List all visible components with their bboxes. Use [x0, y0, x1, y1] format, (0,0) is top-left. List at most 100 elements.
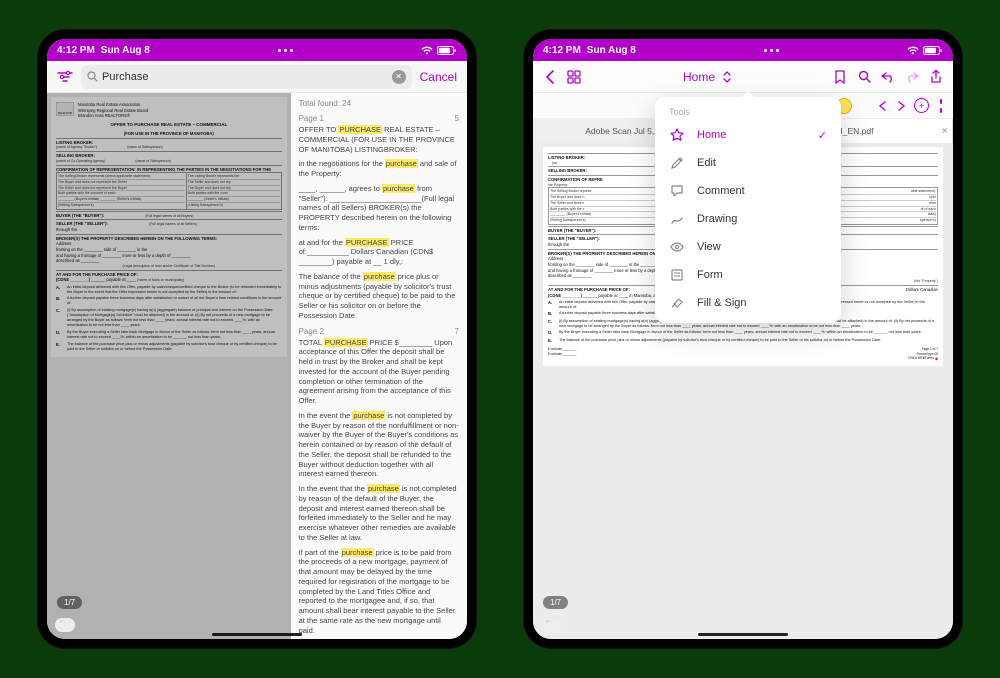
multitask-dots[interactable] — [764, 49, 779, 52]
selling-broker-label: SELLING BROKER: — [56, 153, 95, 158]
status-date: Sun Aug 8 — [587, 45, 636, 56]
search-value: Purchase — [102, 71, 388, 83]
home-indicator[interactable] — [212, 633, 302, 636]
results-page-count: 7 — [455, 327, 459, 336]
tools-item-label: Edit — [697, 157, 716, 169]
legal-hint: (Legal description of land and/or Certif… — [56, 264, 282, 269]
tools-item-view[interactable]: View — [655, 233, 841, 261]
footer-brand: CREA WEBForms — [908, 356, 934, 360]
search-result-item[interactable]: In the event the purchase is not complet… — [299, 411, 459, 479]
drawing-icon — [669, 212, 685, 226]
hint: (name of bank or municipality) — [137, 278, 184, 282]
search-result-item[interactable]: In the event that the purchase is not co… — [299, 484, 459, 543]
ipad-right: 4:12 PM Sun Aug 8 Home — [523, 29, 963, 649]
results-page-count: 5 — [455, 114, 459, 123]
toolbar-title[interactable]: Home — [683, 70, 715, 84]
share-icon[interactable] — [927, 68, 945, 86]
cdn-label: (CDN$ ________) — [548, 293, 582, 298]
status-bar: 4:12 PM Sun Aug 8 — [533, 39, 953, 61]
tools-item-label: Comment — [697, 185, 745, 197]
tools-item-home[interactable]: Home✓ — [655, 121, 841, 149]
status-time: 4:12 PM — [57, 45, 95, 56]
clear-search-icon[interactable]: ✕ — [392, 70, 406, 84]
hint: (Full legal names of all Buyers) — [145, 214, 193, 218]
rep-row: (Selling Salesperson's) — [58, 202, 185, 208]
tools-item-comment[interactable]: Comment — [655, 177, 841, 205]
rep-row: (Listing Salesperson's) — [188, 202, 280, 208]
search-icon — [87, 71, 98, 82]
popover-header: Tools — [655, 103, 841, 121]
payable-label: payable at ____ — [106, 277, 136, 282]
undo-button[interactable]: ⃔ — [55, 618, 75, 632]
tools-item-label: Home — [697, 129, 726, 141]
close-tab-icon[interactable]: ✕ — [941, 127, 948, 136]
thumbnails-icon[interactable] — [565, 68, 583, 86]
results-total: Total found: 24 — [299, 99, 459, 108]
hint: (name of Co-Operating Agency) — [56, 159, 105, 164]
search-icon[interactable] — [855, 68, 873, 86]
search-result-item[interactable]: TOTAL PURCHASE PRICE $________ Upon acce… — [299, 338, 459, 406]
hint: (Full legal names of all Sellers) — [149, 222, 197, 226]
price-item: E.The balance of the purchase price plus… — [56, 342, 282, 352]
selling-broker-label: SELLING BROKER: — [548, 168, 587, 173]
screen-left: 4:12 PM Sun Aug 8 Purchase — [47, 39, 467, 639]
star-icon — [669, 128, 685, 142]
fillsign-icon — [669, 296, 685, 310]
results-page-label: Page 2 — [299, 327, 324, 336]
tools-item-drawing[interactable]: Drawing — [655, 205, 841, 233]
buyer-label: BUYER (the "Buyer"): — [56, 213, 104, 218]
cancel-button[interactable]: Cancel — [418, 70, 459, 84]
multitask-dots[interactable] — [278, 49, 293, 52]
search-result-item[interactable]: If part of the purchase price is to be p… — [299, 548, 459, 636]
search-result-item[interactable]: at and for the PURCHASE PRICE of:_______… — [299, 238, 459, 267]
hint: (name of Agency "Broker") — [56, 145, 97, 150]
main-toolbar: Home — [533, 61, 953, 93]
view-icon — [669, 240, 685, 254]
search-result-item[interactable]: ____, ______, agrees to purchase from "S… — [299, 184, 459, 233]
add-icon[interactable]: + — [914, 98, 929, 113]
hint: (name of Salesperson) — [135, 159, 170, 164]
tools-item-fill-sign[interactable]: Fill & Sign — [655, 289, 841, 317]
tools-item-label: Drawing — [697, 213, 737, 225]
status-bar: 4:12 PM Sun Aug 8 — [47, 39, 467, 61]
price-item: D.By the Buyer executing a Seller take b… — [56, 330, 282, 340]
more-icon[interactable] — [937, 99, 945, 113]
price-item: B.A further deposit payable three busine… — [56, 296, 282, 306]
doc-title: OFFER TO PURCHASE REAL ESTATE – COMMERCI… — [56, 122, 282, 128]
listing-broker-label: LISTING BROKER: — [56, 140, 93, 145]
undo-button[interactable]: ⃔ — [541, 618, 561, 632]
rep-row: (Selling Salesperson's) — [550, 217, 663, 223]
page-indicator: 1/7 — [543, 596, 568, 609]
seller-label: SELLER (the "Seller"): — [56, 221, 108, 226]
price-label: at and for the PURCHASE PRICE of: — [56, 272, 138, 277]
back-icon[interactable] — [541, 68, 559, 86]
home-indicator[interactable] — [698, 633, 788, 636]
wifi-icon — [907, 46, 919, 55]
price-item: E.The balance of the purchase price plus… — [548, 338, 938, 344]
search-result-item[interactable]: OFFER TO PURCHASE REAL ESTATE – COMMERCI… — [299, 125, 459, 154]
ipad-left: 4:12 PM Sun Aug 8 Purchase — [37, 29, 477, 649]
search-result-item[interactable]: in the negotiations for the purchase and… — [299, 159, 459, 179]
seller-label: SELLER (the "Seller"): — [548, 236, 600, 241]
buyer-label: BUYER (the "Buyer"): — [548, 228, 596, 233]
search-bar: Purchase ✕ Cancel — [47, 61, 467, 93]
doc-subtitle: (FOR USE IN THE PROVINCE OF MANITOBA) — [56, 131, 282, 137]
confirmation-label: CONFIRMATION OF REPRESENTATION: In repre… — [56, 167, 271, 172]
next-arrow-icon[interactable] — [896, 101, 906, 111]
chevron-updown-icon[interactable] — [723, 71, 731, 83]
redo-icon[interactable] — [903, 68, 921, 86]
bookmark-icon[interactable] — [831, 68, 849, 86]
prev-arrow-icon[interactable] — [878, 101, 888, 111]
search-result-item[interactable]: The balance of the purchase price plus o… — [299, 272, 459, 321]
tools-item-form[interactable]: Form — [655, 261, 841, 289]
document-pane[interactable]: REALTOR Manitoba Real Estate Association… — [47, 93, 291, 639]
undo-icon[interactable] — [879, 68, 897, 86]
search-input[interactable]: Purchase ✕ — [81, 65, 412, 89]
tools-item-edit[interactable]: Edit — [655, 149, 841, 177]
org-line: Brandon Area REALTORS® — [78, 113, 148, 119]
search-results-pane[interactable]: Total found: 24 Page 15 OFFER TO PURCHAS… — [291, 93, 467, 639]
price-label: at and for the PURCHASE PRICE of: — [548, 287, 630, 292]
filter-icon[interactable] — [55, 67, 75, 87]
tools-item-label: View — [697, 241, 721, 253]
org-line: Manitoba Real Estate Association — [78, 102, 148, 108]
